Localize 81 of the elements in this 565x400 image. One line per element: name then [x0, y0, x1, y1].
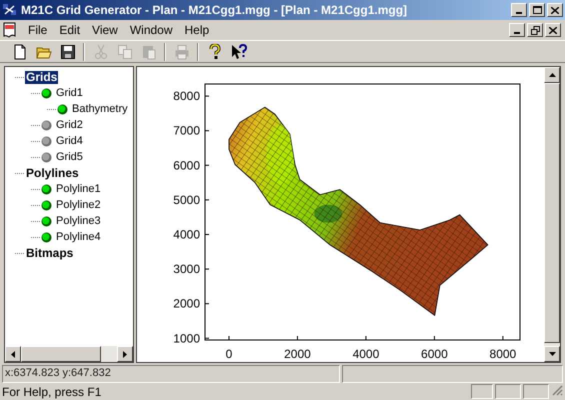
menu-item[interactable]: Edit [53, 22, 86, 38]
child-restore-button[interactable] [527, 23, 543, 37]
x-tick [502, 336, 504, 340]
up-arrow-icon [548, 73, 556, 77]
y-tick-label: 7000 [173, 124, 200, 138]
child-close-button[interactable] [545, 23, 561, 37]
x-tick-label: 6000 [421, 347, 448, 361]
maximize-icon [532, 6, 542, 14]
tree-item[interactable]: Polyline1 [55, 182, 102, 196]
resize-grip-icon[interactable] [551, 384, 563, 396]
x-tick [434, 336, 435, 340]
status-indicator [523, 384, 549, 399]
y-tick-label: 4000 [173, 227, 200, 242]
tree-item[interactable]: Polyline4 [55, 230, 102, 244]
child-minimize-button[interactable] [509, 23, 525, 37]
tree-item[interactable]: Grid5 [55, 150, 84, 164]
tree-item[interactable]: Bitmaps [25, 246, 74, 260]
y-tick [204, 199, 210, 200]
copy-icon [116, 44, 132, 60]
y-tick [204, 96, 210, 97]
restore-icon [530, 26, 540, 34]
tree-item[interactable]: Grids [25, 70, 58, 84]
status-indicator [471, 384, 493, 399]
close-icon [549, 26, 557, 34]
y-tick-label: 5000 [173, 192, 200, 207]
scroll-right-button[interactable] [117, 346, 133, 362]
close-icon [551, 6, 559, 14]
window-title: M21C Grid Generator - Plan - M21Cgg1.mgg - [Plan - M21Cgg1.mgg] [21, 2, 408, 19]
app-icon [2, 2, 18, 18]
document-icon [2, 22, 18, 38]
menu-item[interactable]: View [86, 22, 124, 38]
x-tick-label: 8000 [490, 347, 516, 361]
scissors-icon [92, 44, 108, 60]
tree-item[interactable]: Bathymetry [71, 102, 129, 116]
menu-item[interactable]: Window [124, 22, 179, 38]
y-tick [204, 234, 210, 235]
tree-item[interactable]: Grid4 [55, 134, 84, 148]
close-button[interactable] [547, 3, 563, 17]
x-tick-label: 4000 [352, 347, 380, 361]
x-tick [296, 336, 298, 340]
tree-item[interactable]: Polylines [25, 166, 80, 180]
menu-item[interactable]: File [22, 22, 54, 38]
y-tick-label: 3000 [173, 262, 200, 276]
down-arrow-icon [548, 352, 556, 356]
y-tick [204, 338, 210, 339]
x-tick-label: 0 [226, 347, 232, 361]
coordinates-field: x:6374.823 y:647.832 [2, 365, 340, 383]
right-arrow-icon [123, 350, 127, 358]
maximize-button[interactable] [529, 3, 545, 17]
minimize-icon [514, 32, 520, 34]
y-tick [204, 268, 210, 270]
pointer-question-icon [230, 44, 246, 60]
x-tick-label: 2000 [284, 347, 311, 361]
clipboard-icon [140, 44, 156, 60]
y-tick [204, 164, 210, 166]
menu-item[interactable]: Help [178, 22, 216, 38]
horizontal-scrollbar[interactable] [5, 346, 133, 362]
status-indicator [495, 384, 521, 399]
y-tick-label: 1000 [173, 331, 200, 346]
y-tick-label: 2000 [173, 296, 200, 311]
printer-icon [174, 44, 190, 60]
tree-item[interactable]: Polyline3 [55, 214, 102, 228]
new-file-icon [12, 44, 28, 60]
tree-item[interactable]: Grid2 [55, 118, 84, 132]
status-text: For Help, press F1 [2, 384, 102, 400]
minimize-icon [516, 12, 522, 14]
y-tick [204, 303, 210, 304]
question-mark-icon [206, 44, 222, 60]
x-tick [228, 336, 230, 340]
tree-item[interactable]: Grid1 [55, 86, 84, 100]
scroll-left-button[interactable] [5, 346, 21, 362]
y-tick [204, 130, 210, 132]
tree-item[interactable]: Polyline2 [55, 198, 102, 212]
left-arrow-icon [11, 350, 15, 358]
y-tick-label: 8000 [173, 89, 200, 104]
scroll-thumb[interactable] [21, 346, 101, 362]
x-tick [365, 336, 366, 340]
minimize-button[interactable] [511, 3, 527, 17]
y-tick-label: 6000 [173, 158, 200, 172]
scroll-down-button[interactable] [544, 346, 560, 362]
scroll-up-button[interactable] [544, 67, 560, 83]
